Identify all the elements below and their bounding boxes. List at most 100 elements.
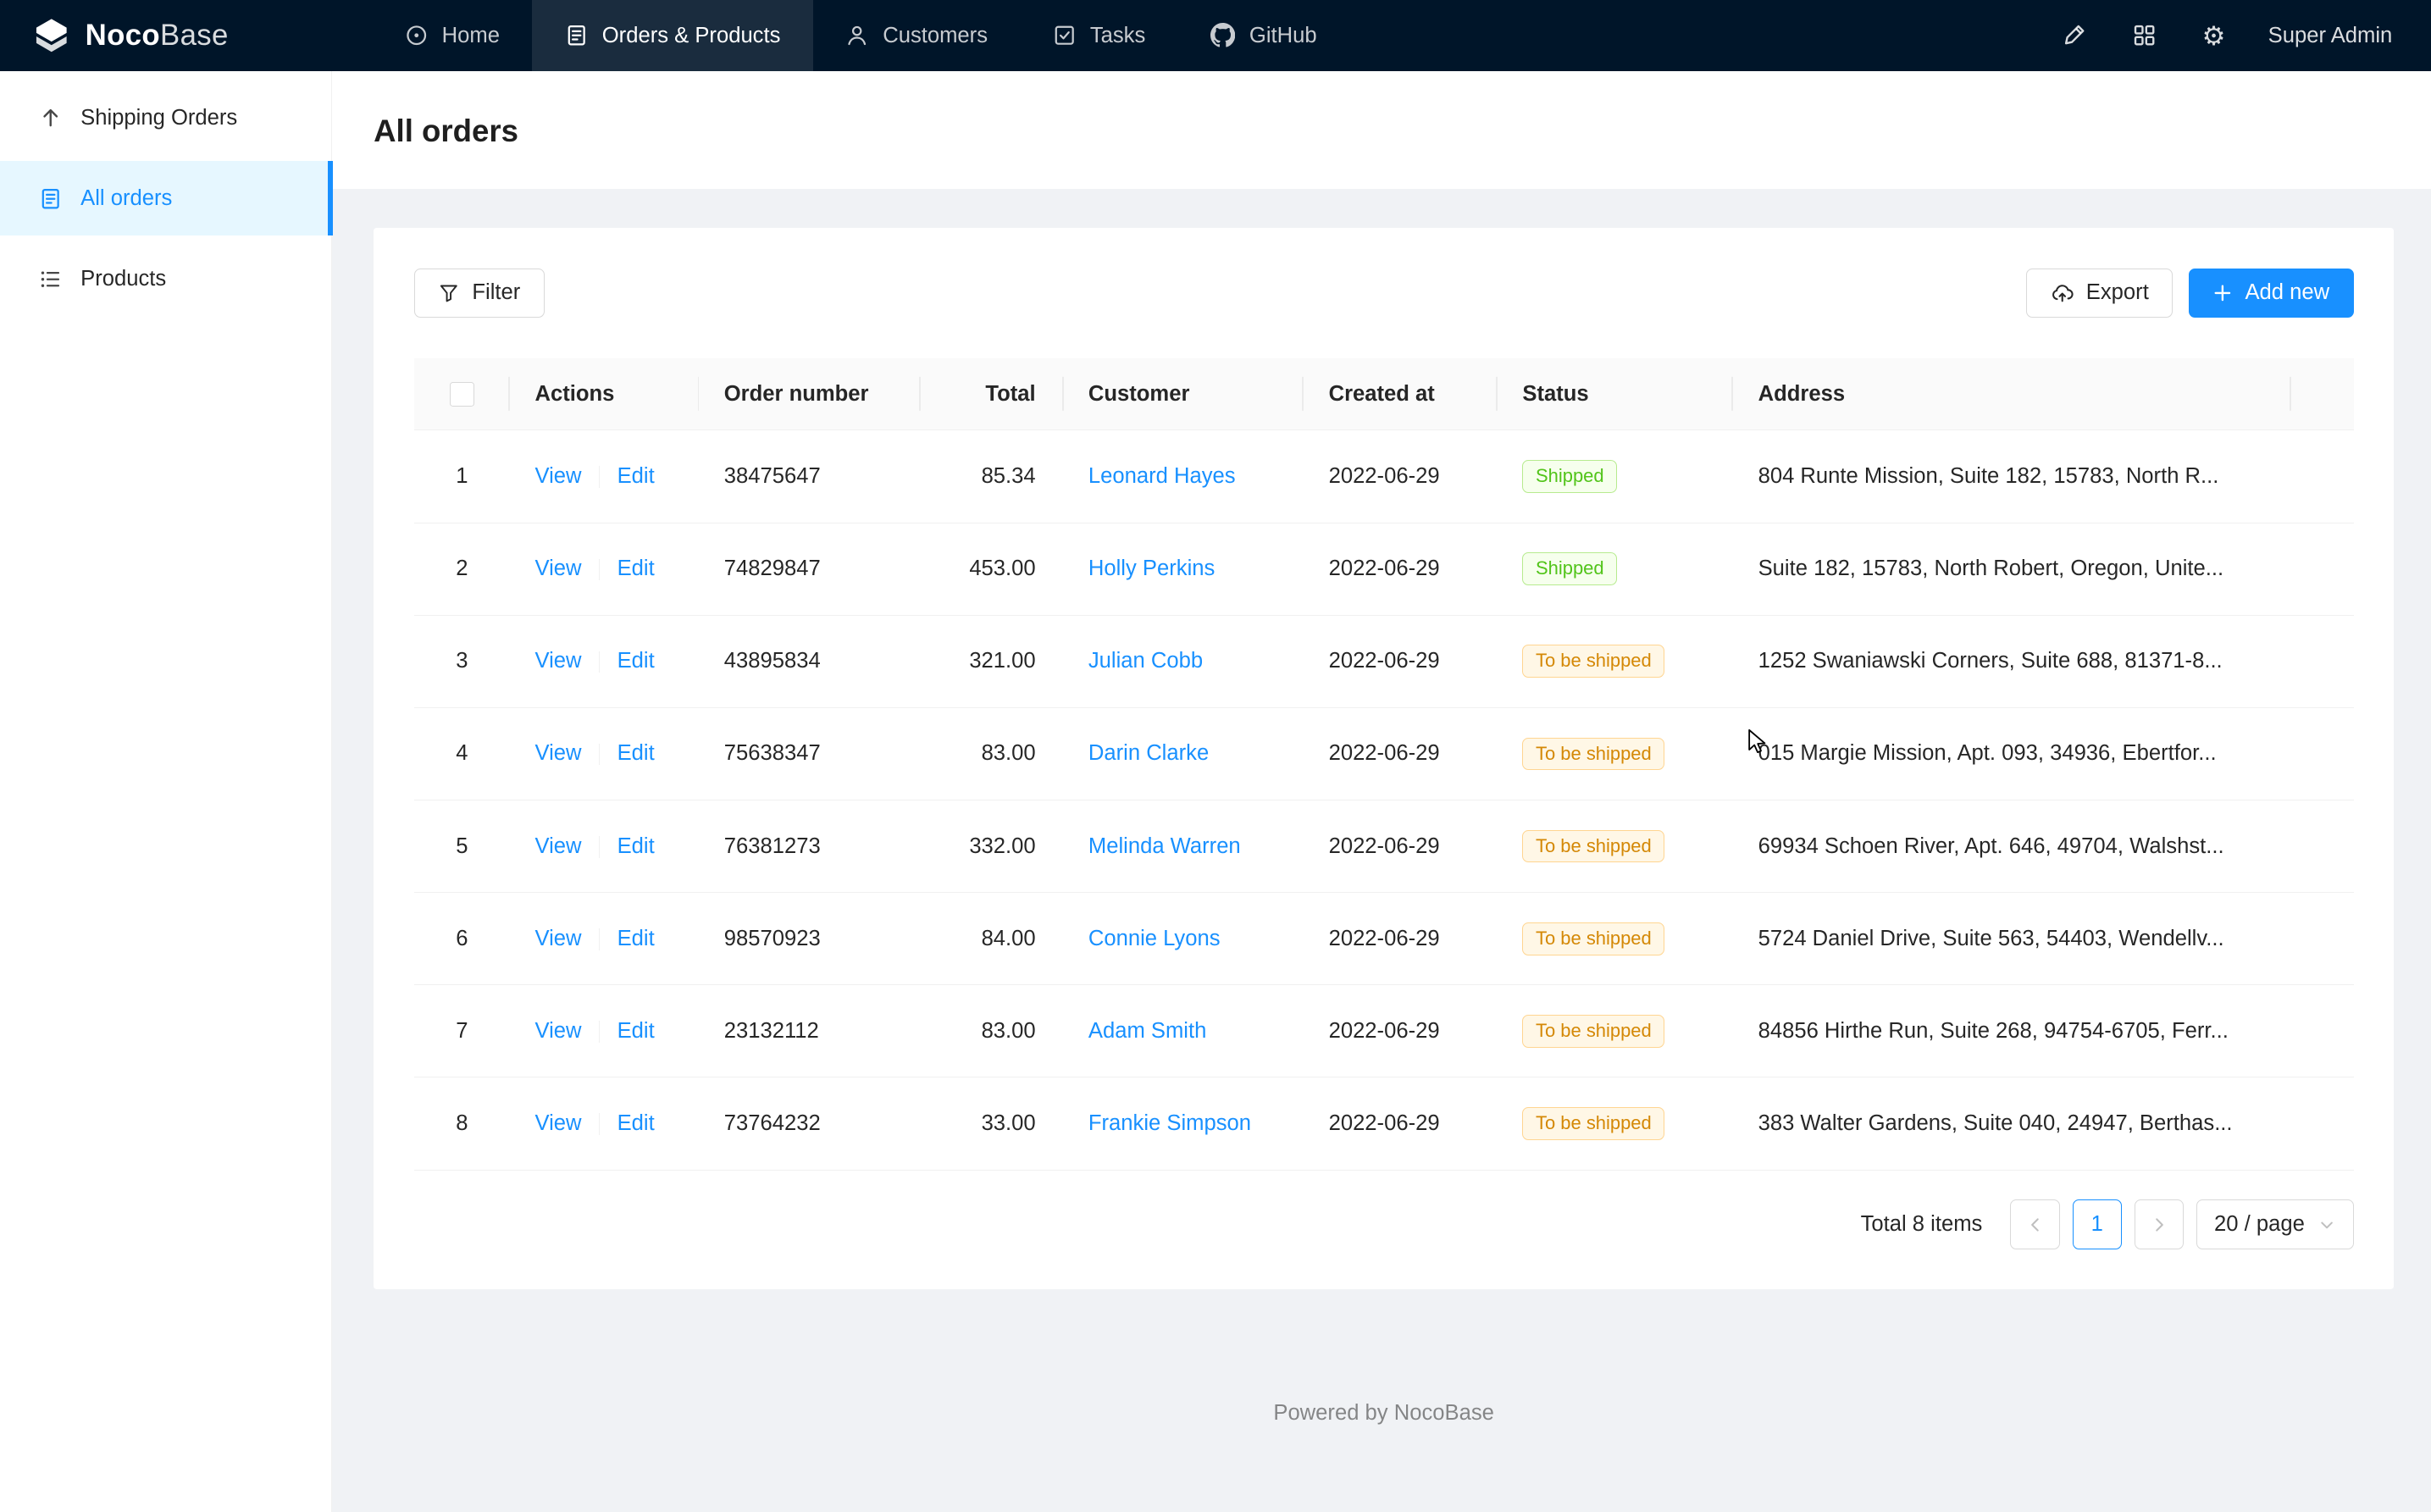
nav-label: GitHub [1249,24,1317,48]
prev-page-button[interactable] [2010,1199,2060,1249]
action-divider [599,744,601,766]
select-all-checkbox[interactable] [450,382,474,407]
address-cell: 84856 Hirthe Run, Suite 268, 94754-6705,… [1733,985,2291,1077]
arrow-up-icon [39,106,62,129]
orders-card: Filter Export [374,228,2394,1290]
customer-link[interactable]: Adam Smith [1088,1019,1206,1043]
column-header-spacer [2291,358,2353,430]
column-header-customer[interactable]: Customer [1064,358,1304,430]
customer-link[interactable]: Leonard Hayes [1088,464,1236,488]
actions-cell: View Edit [510,523,699,615]
total-cell: 321.00 [921,615,1063,707]
customer-link[interactable]: Frankie Simpson [1088,1111,1251,1135]
edit-link[interactable]: Edit [617,464,655,488]
view-link[interactable]: View [534,741,581,765]
plugin-grid-icon[interactable] [2129,20,2160,52]
status-cell: Shipped [1498,523,1733,615]
order-number-cell: 38475647 [699,430,921,523]
export-button[interactable]: Export [2026,269,2173,318]
page-1-button[interactable]: 1 [2073,1199,2123,1249]
user-menu[interactable]: Super Admin [2268,24,2393,48]
edit-link[interactable]: Edit [617,1019,655,1043]
customer-cell: Frankie Simpson [1064,1077,1304,1170]
nav-item-github[interactable]: GitHub [1178,0,1349,71]
layout: Shipping Orders All orders Products All … [0,71,2431,1511]
created-at-cell: 2022-06-29 [1304,893,1498,985]
customer-link[interactable]: Melinda Warren [1088,834,1241,858]
filter-button[interactable]: Filter [414,269,545,318]
actions-cell: View Edit [510,430,699,523]
nav-label: Orders & Products [602,24,781,48]
column-header-actions[interactable]: Actions [510,358,699,430]
nav-item-orders-products[interactable]: Orders & Products [532,0,812,71]
status-badge: To be shipped [1522,1107,1664,1140]
status-cell: To be shipped [1498,1077,1733,1170]
sidebar-item-all-orders[interactable]: All orders [0,161,331,235]
export-label: Export [2086,280,2149,305]
page-size-value: 20 / page [2214,1212,2305,1237]
view-link[interactable]: View [534,649,581,673]
spacer-cell [2291,615,2353,707]
column-header-created-at[interactable]: Created at [1304,358,1498,430]
customer-link[interactable]: Holly Perkins [1088,557,1215,580]
status-cell: Shipped [1498,430,1733,523]
nav-item-tasks[interactable]: Tasks [1020,0,1177,71]
view-link[interactable]: View [534,834,581,858]
created-at-cell: 2022-06-29 [1304,1077,1498,1170]
created-at-cell: 2022-06-29 [1304,985,1498,1077]
toolbar-right: Export Add new [2026,269,2353,318]
pagination: Total 8 items 1 [414,1199,2354,1249]
settings-gear-icon[interactable]: ⚙ [2198,20,2229,52]
edit-link[interactable]: Edit [617,1111,655,1135]
customer-cell: Connie Lyons [1064,893,1304,985]
logo-cube-icon [31,15,72,56]
edit-link[interactable]: Edit [617,834,655,858]
address-cell: 015 Margie Mission, Apt. 093, 34936, Ebe… [1733,707,2291,800]
sidebar-item-shipping-orders[interactable]: Shipping Orders [0,80,331,155]
nav-item-home[interactable]: Home [372,0,532,71]
row-index: 4 [414,707,510,800]
customer-cell: Melinda Warren [1064,800,1304,892]
edit-link[interactable]: Edit [617,927,655,950]
spacer-cell [2291,1077,2353,1170]
customer-link[interactable]: Julian Cobb [1088,649,1203,673]
view-link[interactable]: View [534,557,581,580]
address-cell: 804 Runte Mission, Suite 182, 15783, Nor… [1733,430,2291,523]
page-size-select[interactable]: 20 / page [2196,1199,2354,1249]
column-header-order-number[interactable]: Order number [699,358,921,430]
view-link[interactable]: View [534,927,581,950]
row-index: 1 [414,430,510,523]
add-new-button[interactable]: Add new [2189,269,2354,318]
sidebar-item-label: Shipping Orders [80,106,237,130]
action-divider [599,559,601,581]
tasks-icon [1053,24,1076,47]
edit-link[interactable]: Edit [617,649,655,673]
column-header-total[interactable]: Total [921,358,1063,430]
status-badge: To be shipped [1522,922,1664,955]
add-new-label: Add new [2245,280,2329,305]
next-page-button[interactable] [2135,1199,2185,1249]
nav-item-customers[interactable]: Customers [813,0,1021,71]
edit-link[interactable]: Edit [617,741,655,765]
plus-icon [2212,283,2233,303]
address-cell: 5724 Daniel Drive, Suite 563, 54403, Wen… [1733,893,2291,985]
customer-link[interactable]: Darin Clarke [1088,741,1209,765]
total-cell: 83.00 [921,707,1063,800]
pagination-total: Total 8 items [1861,1212,1983,1237]
sidebar-item-products[interactable]: Products [0,241,331,316]
view-link[interactable]: View [534,1019,581,1043]
column-header-address[interactable]: Address [1733,358,2291,430]
home-icon [405,24,428,47]
view-link[interactable]: View [534,1111,581,1135]
table-body: 1 ViewEdit 38475647 85.34 Leonard Hayes … [414,430,2354,1170]
status-badge: To be shipped [1522,1015,1664,1048]
column-header-status[interactable]: Status [1498,358,1733,430]
edit-link[interactable]: Edit [617,557,655,580]
order-number-cell: 23132112 [699,985,921,1077]
ui-editor-highlighter-icon[interactable] [2059,20,2090,52]
view-link[interactable]: View [534,464,581,488]
table-row: 6 ViewEdit 98570923 84.00 Connie Lyons 2… [414,893,2354,985]
nocobase-logo[interactable]: NocoBase [0,0,332,71]
customer-link[interactable]: Connie Lyons [1088,927,1221,950]
list-icon [39,268,62,291]
